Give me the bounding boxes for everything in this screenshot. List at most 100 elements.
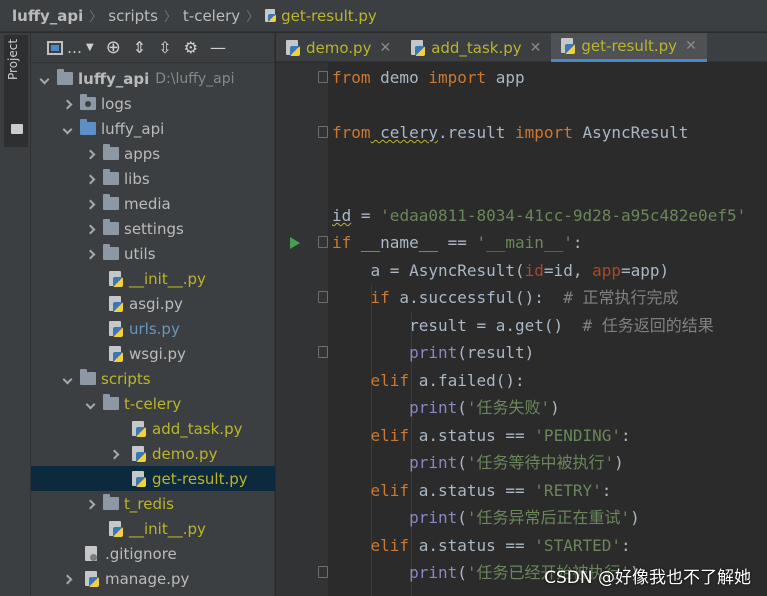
breadcrumb-project[interactable]: luffy_api — [12, 7, 83, 25]
folder-icon — [11, 124, 23, 134]
chevron-down-icon — [62, 122, 72, 136]
folder-icon — [103, 219, 119, 235]
fold-icon[interactable] — [318, 71, 328, 83]
python-file-icon — [411, 39, 426, 56]
python-file-icon — [286, 39, 300, 56]
hide-icon[interactable]: — — [210, 38, 226, 57]
folder-icon — [103, 194, 119, 210]
tree-item-get-result-py[interactable]: get-result.py — [31, 466, 275, 491]
python-file-icon — [132, 420, 146, 437]
python-file-icon — [132, 470, 146, 487]
breadcrumb-t-celery[interactable]: t-celery — [183, 7, 240, 25]
breadcrumb-separator-icon: 〉 — [246, 10, 260, 25]
python-file-icon — [561, 38, 576, 54]
gear-icon[interactable]: ⚙ — [184, 38, 198, 57]
tree-item-t-celery[interactable]: t-celery — [31, 391, 275, 416]
fold-icon[interactable] — [318, 566, 328, 578]
chevron-right-icon — [85, 197, 95, 211]
tab-get-result-py[interactable]: get-result.py ✕ — [551, 33, 707, 62]
tree-item-libs[interactable]: libs — [31, 166, 275, 191]
tree-item-scripts[interactable]: scripts — [31, 366, 275, 391]
project-view-icon — [47, 40, 63, 55]
chevron-right-icon — [85, 172, 95, 186]
code-line-16: elif a.status == 'RETRY': — [370, 481, 612, 500]
python-file-icon — [109, 345, 123, 362]
project-panel: … ▼ ⊕ ⇕ ⇳ ⚙ — luffy_api D:\luffy_api log… — [31, 33, 275, 596]
project-tool-label: Project — [6, 39, 20, 81]
python-file-icon — [265, 8, 277, 23]
editor-gutter — [276, 63, 328, 596]
breadcrumb-file[interactable]: get-result.py — [281, 7, 377, 25]
code-line-17: print('任务异常后正在重试') — [409, 508, 640, 527]
folder-icon — [103, 244, 119, 260]
tree-item-luffy-api[interactable]: luffy_api — [31, 116, 275, 141]
git-file-icon — [85, 545, 99, 562]
chevron-right-icon — [85, 247, 95, 261]
breadcrumb-separator-icon: 〉 — [89, 10, 103, 25]
folder-icon — [80, 369, 96, 385]
tree-item-asgi-py[interactable]: asgi.py — [31, 291, 275, 316]
breadcrumb-separator-icon: 〉 — [163, 10, 177, 25]
fold-icon[interactable] — [318, 291, 328, 303]
chevron-right-icon — [109, 447, 119, 461]
folder-icon — [103, 144, 119, 160]
code-line-11: print(result) — [409, 343, 535, 362]
tree-item-wsgi-py[interactable]: wsgi.py — [31, 341, 275, 366]
watermark: CSDN @好像我也不了解她 — [544, 568, 751, 588]
python-file-icon — [109, 520, 123, 537]
tree-item-manage-py[interactable]: manage.py — [31, 566, 275, 591]
python-file-icon — [132, 445, 146, 462]
locate-icon[interactable]: ⊕ — [106, 37, 121, 58]
tool-window-strip: Project — [0, 33, 31, 596]
collapse-all-icon[interactable]: ⇳ — [158, 38, 171, 57]
breadcrumb-scripts[interactable]: scripts — [108, 7, 158, 25]
chevron-right-icon — [62, 572, 72, 586]
python-file-icon — [109, 320, 123, 337]
folder-icon — [80, 119, 96, 135]
code-line-14: elif a.status == 'PENDING': — [370, 426, 631, 445]
tree-item-apps[interactable]: apps — [31, 141, 275, 166]
tree-item-urls-py[interactable]: urls.py — [31, 316, 275, 341]
tab-add-task-py[interactable]: add_task.py ✕ — [401, 33, 551, 62]
tree-item-init-py-2[interactable]: __init__.py — [31, 516, 275, 541]
tab-demo-py[interactable]: demo.py ✕ — [276, 33, 401, 62]
code-line-18: elif a.status == 'STARTED': — [370, 536, 631, 555]
tree-item-logs[interactable]: logs — [31, 91, 275, 116]
close-icon[interactable]: ✕ — [379, 40, 391, 56]
chevron-down-icon — [39, 72, 49, 86]
tree-item-gitignore[interactable]: .gitignore — [31, 541, 275, 566]
code-line-7: if __name__ == '__main__': — [332, 233, 583, 252]
project-view-selector[interactable]: … ▼ — [47, 39, 94, 57]
editor-tabs: demo.py ✕ add_task.py ✕ get-result.py ✕ — [276, 33, 767, 62]
tree-item-root[interactable]: luffy_api D:\luffy_api — [31, 66, 275, 91]
tree-item-settings[interactable]: settings — [31, 216, 275, 241]
code-line-12: elif a.failed(): — [370, 371, 525, 390]
python-file-icon — [109, 270, 123, 287]
expand-all-icon[interactable]: ⇕ — [133, 38, 146, 57]
code-line-6: id = 'edaa0811-8034-41cc-9d28-a95c482e0e… — [332, 206, 747, 225]
tree-item-utils[interactable]: utils — [31, 241, 275, 266]
tree-item-t-redis[interactable]: t_redis — [31, 491, 275, 516]
chevron-right-icon — [62, 97, 72, 111]
folder-icon — [103, 394, 119, 410]
chevron-right-icon — [85, 222, 95, 236]
tree-item-init-py[interactable]: __init__.py — [31, 266, 275, 291]
chevron-down-icon — [62, 372, 72, 386]
tree-item-media[interactable]: media — [31, 191, 275, 216]
tree-item-demo-py[interactable]: demo.py — [31, 441, 275, 466]
close-icon[interactable]: ✕ — [530, 40, 542, 56]
code-line-8: a = AsyncResult(id=id, app=app) — [332, 261, 670, 280]
code-editor[interactable]: from demo import app from celery.result … — [276, 63, 767, 596]
project-tool-tab[interactable]: Project — [4, 35, 28, 147]
code-line-13: print('任务失败') — [409, 398, 560, 417]
fold-icon[interactable] — [318, 236, 328, 248]
close-icon[interactable]: ✕ — [685, 38, 697, 54]
tree-item-add-task-py[interactable]: add_task.py — [31, 416, 275, 441]
chevron-right-icon — [85, 497, 95, 511]
folder-icon — [57, 69, 73, 85]
fold-icon[interactable] — [318, 126, 328, 138]
fold-icon[interactable] — [318, 346, 328, 358]
python-file-icon — [85, 570, 99, 587]
chevron-down-icon — [85, 397, 95, 411]
run-icon[interactable] — [290, 237, 300, 249]
